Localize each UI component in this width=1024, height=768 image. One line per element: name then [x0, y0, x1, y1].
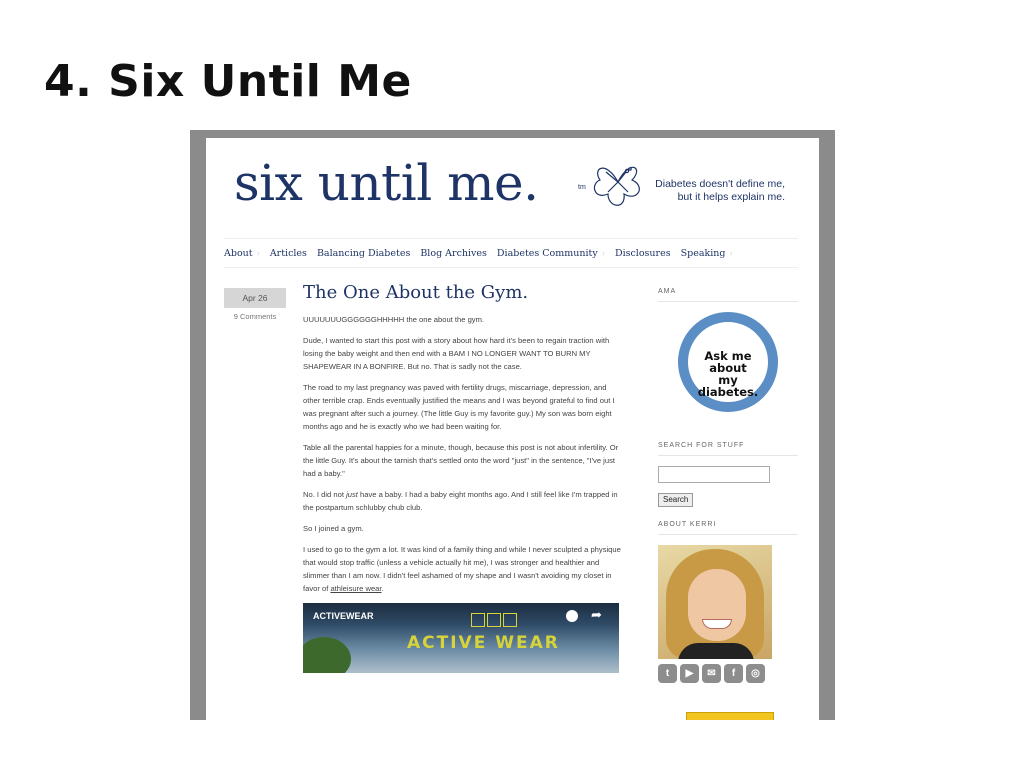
ama-badge-text: Ask me about my diabetes. [688, 350, 768, 398]
facebook-icon[interactable]: f [724, 664, 743, 683]
screenshot-frame: six until me. tm Diabetes doesn't define… [190, 130, 835, 720]
post-paragraph: Dude, I wanted to start this post with a… [303, 336, 610, 371]
comments-link[interactable]: 9 Comments [224, 312, 286, 321]
widget-title-search: Search for Stuff [658, 442, 798, 456]
nav-item-articles[interactable]: Articles [270, 248, 307, 259]
post-date: Apr 26 [224, 288, 286, 308]
post-paragraph: So I joined a gym. [303, 524, 364, 533]
widget-title-ama: AMA [658, 288, 798, 302]
sidebar-ad-banner[interactable] [686, 712, 774, 720]
tagline-line-1: Diabetes doesn't define me, [655, 178, 785, 190]
nav-label: Speaking [680, 247, 726, 259]
video-wordmark: ACTIVE WEAR [407, 633, 560, 653]
video-logo-icon [471, 613, 517, 627]
site-tagline: Diabetes doesn't define me, but it helps… [635, 178, 785, 204]
athleisure-link[interactable]: athleisure wear [330, 584, 381, 593]
nav-item-diabetes-community[interactable]: Diabetes Community › [497, 248, 605, 259]
nav-item-blog-archives[interactable]: Blog Archives [420, 248, 487, 259]
post-title[interactable]: The One About the Gym. [303, 282, 621, 303]
nav-separator-icon: › [256, 248, 260, 258]
social-links: t ▶ ✉ f ◎ [658, 664, 798, 683]
slide-title: 4. Six Until Me [44, 56, 412, 107]
post-paragraph: I used to go to the gym a lot. It was ki… [303, 543, 621, 595]
text-fragment: No. I did not [303, 490, 347, 499]
text-fragment: . [381, 584, 384, 593]
instagram-icon[interactable]: ◎ [746, 664, 765, 683]
search-button[interactable]: Search [658, 493, 694, 507]
share-icon[interactable]: ➦ [591, 607, 602, 623]
nav-label: Disclosures [614, 247, 671, 259]
nav-label: Balancing Diabetes [316, 247, 411, 259]
nav-separator-icon: › [729, 248, 733, 258]
ama-badge[interactable]: Ask me about my diabetes. [678, 312, 778, 412]
video-title: ACTIVEWEAR [313, 611, 374, 621]
sidebar: AMA Ask me about my diabetes. Search for… [658, 288, 798, 683]
nav-label: Blog Archives [420, 247, 487, 259]
watch-later-icon[interactable] [566, 610, 578, 622]
twitter-icon[interactable]: t [658, 664, 677, 683]
nav-label: Articles [269, 247, 307, 259]
search-input[interactable] [658, 466, 770, 483]
nav-separator-icon: › [601, 248, 605, 258]
nav-item-balancing-diabetes[interactable]: Balancing Diabetes [317, 248, 410, 259]
nav-item-about[interactable]: About › [224, 248, 260, 259]
post-paragraph: No. I did not just have a baby. I had a … [303, 488, 621, 514]
emphasis-text: just [346, 490, 358, 499]
ama-badge-line-1: Ask me about [704, 349, 752, 375]
widget-title-about: About Kerri [658, 521, 798, 535]
main-nav: About › Articles Balancing Diabetes Blog … [224, 238, 798, 268]
ama-badge-line-2: my diabetes. [697, 373, 759, 399]
tagline-line-2: but it helps explain me. [677, 191, 785, 203]
nav-label: About [224, 247, 253, 259]
blog-post: The One About the Gym. UUUUUUUGGGGGGHHHH… [303, 282, 621, 673]
nav-item-disclosures[interactable]: Disclosures [615, 248, 671, 259]
video-tree [303, 637, 351, 673]
nav-label: Diabetes Community [496, 247, 598, 259]
author-photo [658, 545, 772, 659]
youtube-icon[interactable]: ▶ [680, 664, 699, 683]
nav-item-speaking[interactable]: Speaking › [681, 248, 733, 259]
site-logo[interactable]: six until me. [234, 154, 539, 212]
post-paragraph: The road to my last pregnancy was paved … [303, 383, 615, 431]
embedded-video[interactable]: ACTIVEWEAR ➦ ACTIVE WEAR [303, 603, 619, 673]
blog-page: six until me. tm Diabetes doesn't define… [206, 138, 819, 720]
post-intro: UUUUUUUGGGGGGHHHHH the one about the gym… [303, 315, 485, 324]
post-paragraph: Table all the parental happies for a min… [303, 443, 619, 478]
trademark-mark: tm [578, 184, 586, 191]
email-icon[interactable]: ✉ [702, 664, 721, 683]
